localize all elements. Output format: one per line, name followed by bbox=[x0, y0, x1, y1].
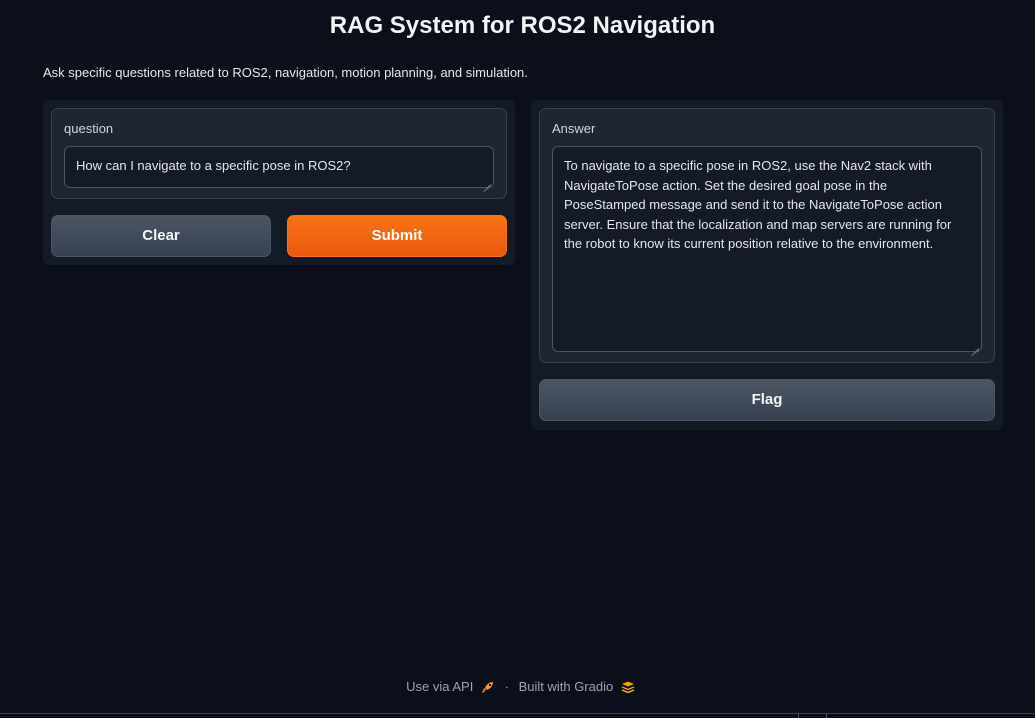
use-via-api-label: Use via API bbox=[406, 679, 474, 695]
footer: Use via API · Built with Gradio bbox=[0, 678, 1035, 694]
flag-button[interactable]: Flag bbox=[539, 379, 995, 421]
rocket-icon bbox=[482, 681, 493, 693]
question-input-value: How can I navigate to a specific pose in… bbox=[76, 158, 351, 173]
answer-output[interactable]: To navigate to a specific pose in ROS2, … bbox=[552, 146, 982, 352]
built-with-gradio-link[interactable]: Built with Gradio bbox=[518, 678, 635, 695]
resize-handle-icon[interactable] bbox=[971, 341, 979, 349]
submit-button[interactable]: Submit bbox=[287, 215, 507, 257]
gradio-logo-icon bbox=[621, 681, 635, 693]
window-edge-tick bbox=[826, 713, 827, 718]
answer-block: Answer To navigate to a specific pose in… bbox=[539, 108, 995, 363]
answer-label: Answer bbox=[552, 121, 596, 136]
window-bottom-border bbox=[0, 713, 1035, 714]
resize-handle-icon[interactable] bbox=[483, 177, 491, 185]
built-with-gradio-label: Built with Gradio bbox=[518, 679, 614, 695]
footer-separator: · bbox=[504, 679, 509, 695]
question-label: question bbox=[64, 121, 114, 136]
question-block: question How can I navigate to a specifi… bbox=[51, 108, 507, 199]
clear-button[interactable]: Clear bbox=[51, 215, 271, 257]
answer-output-value: To navigate to a specific pose in ROS2, … bbox=[564, 158, 952, 251]
use-via-api-link[interactable]: Use via API bbox=[406, 678, 498, 695]
window-edge-tick bbox=[798, 713, 799, 718]
input-panel: question How can I navigate to a specifi… bbox=[43, 100, 515, 265]
output-panel: Answer To navigate to a specific pose in… bbox=[531, 100, 1003, 430]
question-input[interactable]: How can I navigate to a specific pose in… bbox=[64, 146, 494, 188]
page-title: RAG System for ROS2 Navigation bbox=[329, 12, 716, 39]
page-description: Ask specific questions related to ROS2, … bbox=[43, 65, 528, 80]
